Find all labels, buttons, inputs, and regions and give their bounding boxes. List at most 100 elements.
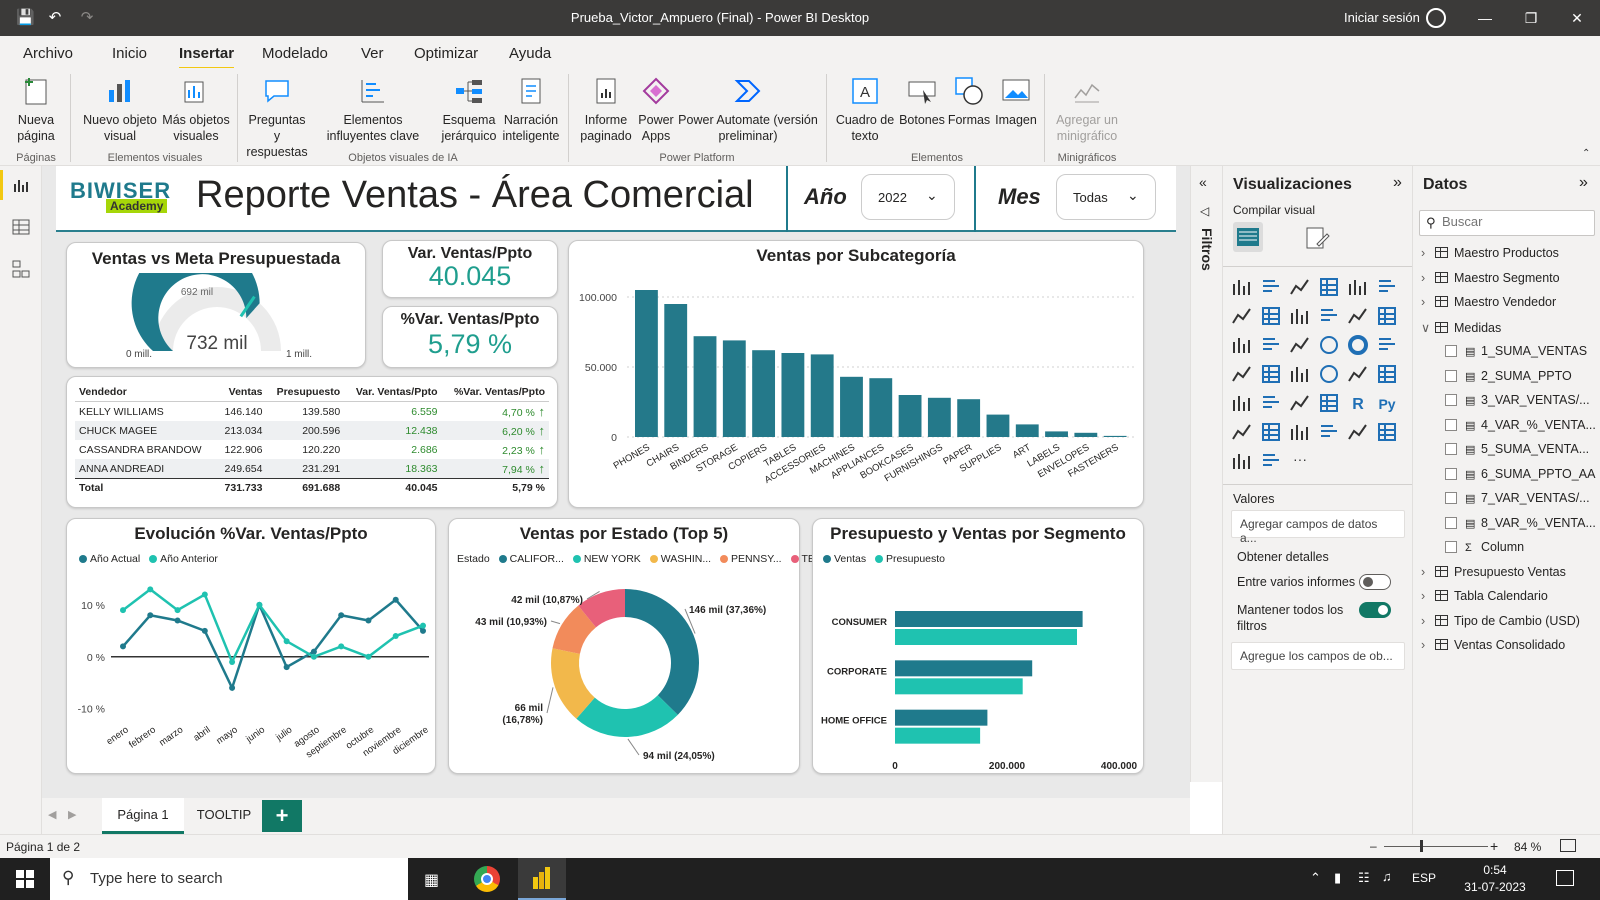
table-item[interactable]: › Ventas Consolidado <box>1421 638 1565 660</box>
measure-item[interactable]: ▤ 8_VAR_%_VENTA... <box>1421 516 1596 538</box>
cross-report-toggle[interactable] <box>1359 574 1391 590</box>
key-influencers-visual-icon[interactable] <box>1231 421 1253 443</box>
line-clustered-visual-icon[interactable] <box>1347 305 1369 327</box>
waterfall-visual-icon[interactable] <box>1231 334 1253 356</box>
minimize-button[interactable]: — <box>1462 0 1508 36</box>
menu-ver[interactable]: Ver <box>361 45 384 62</box>
col-var[interactable]: Var. Ventas/Ppto <box>344 383 442 402</box>
image-button[interactable]: Imagen <box>992 76 1040 128</box>
evolution-chart-card[interactable]: Evolución %Var. Ventas/Ppto Año Actual A… <box>66 518 436 774</box>
field-checkbox[interactable] <box>1445 394 1457 406</box>
scatter-visual-icon[interactable] <box>1289 334 1311 356</box>
prev-page-icon[interactable]: ◀ <box>48 808 56 821</box>
volume-icon[interactable]: ♫ <box>1382 869 1392 884</box>
zoom-slider[interactable] <box>1384 846 1488 847</box>
col-pct[interactable]: %Var. Ventas/Ppto <box>441 383 549 402</box>
col-presupuesto[interactable]: Presupuesto <box>266 383 345 402</box>
field-checkbox[interactable] <box>1445 369 1457 382</box>
line-visual-icon[interactable] <box>1231 305 1253 327</box>
stacked-area-visual-icon[interactable] <box>1289 305 1311 327</box>
state-donut-card[interactable]: Ventas por Estado (Top 5) Estado CALIFOR… <box>448 518 836 774</box>
notifications-icon[interactable] <box>1556 870 1574 886</box>
power-automate-visual-icon[interactable] <box>1260 450 1282 472</box>
network-icon[interactable]: ☷ <box>1358 870 1370 886</box>
taskbar-search[interactable]: ⚲ Type here to search <box>50 858 408 900</box>
table-view-icon[interactable] <box>12 218 30 236</box>
collapse-viz-icon[interactable]: » <box>1393 174 1402 192</box>
gauge-visual-icon[interactable] <box>1318 363 1340 385</box>
keep-filters-toggle[interactable] <box>1359 602 1391 618</box>
collapse-data-icon[interactable]: » <box>1579 174 1588 192</box>
field-checkbox[interactable] <box>1445 418 1457 431</box>
collapse-ribbon-icon[interactable]: ⌃ <box>1582 148 1590 159</box>
narrative-visual-icon[interactable] <box>1318 421 1340 443</box>
tab-pagina-1[interactable]: Página 1 <box>102 798 184 834</box>
power-apps-button[interactable]: Power Apps <box>636 76 676 144</box>
report-view-icon[interactable] <box>12 176 30 194</box>
table-row[interactable]: ANNA ANDREADI 249.654 231.291 18.363 7,94 % … <box>75 459 549 479</box>
sparkline-button[interactable]: Agregar un minigráfico <box>1050 76 1124 144</box>
menu-modelado[interactable]: Modelado <box>262 45 328 62</box>
more-visuals-button[interactable]: Más objetos visuales <box>160 76 232 144</box>
kpi-var-card[interactable]: Var. Ventas/Ppto 40.045 <box>382 240 558 298</box>
paginated-report-button[interactable]: Informe paginado <box>576 76 636 144</box>
funnel-visual-icon[interactable] <box>1260 334 1282 356</box>
table-item[interactable]: ∨ Medidas <box>1421 320 1501 342</box>
menu-ayuda[interactable]: Ayuda <box>509 45 551 62</box>
month-slicer[interactable]: Todas ⌄ <box>1056 174 1156 220</box>
field-checkbox[interactable] <box>1445 541 1457 553</box>
line-column-visual-icon[interactable] <box>1318 305 1340 327</box>
area-visual-icon[interactable] <box>1260 305 1282 327</box>
field-checkbox[interactable] <box>1445 516 1457 529</box>
next-page-icon[interactable]: ▶ <box>68 808 76 821</box>
kpi-pct-card[interactable]: %Var. Ventas/Ppto 5,79 % <box>382 306 558 368</box>
measure-item[interactable]: ▤ 3_VAR_VENTAS/... <box>1421 393 1590 415</box>
stacked-bar-visual-icon[interactable] <box>1231 276 1253 298</box>
table-row[interactable]: KELLY WILLIAMS 146.140 139.580 6.559 4,70 % … <box>75 402 549 422</box>
qa-button[interactable]: Preguntas y respuestas <box>244 76 310 160</box>
menu-inicio[interactable]: Inicio <box>112 45 147 62</box>
zoom-in-icon[interactable]: + <box>1490 838 1498 854</box>
field-checkbox[interactable] <box>1445 467 1457 480</box>
map-visual-icon[interactable] <box>1231 363 1253 385</box>
year-slicer[interactable]: 2022 ⌄ <box>861 174 955 220</box>
paginated-visual-icon[interactable] <box>1347 421 1369 443</box>
treemap-visual-icon[interactable] <box>1376 334 1398 356</box>
shapes-button[interactable]: Formas <box>946 76 992 128</box>
field-checkbox[interactable] <box>1445 345 1457 357</box>
100-column-visual-icon[interactable] <box>1376 276 1398 298</box>
table-item[interactable]: › Tabla Calendario <box>1421 589 1548 611</box>
menu-insertar[interactable]: Insertar <box>179 45 235 70</box>
table-item[interactable]: › Tipo de Cambio (USD) <box>1421 614 1580 636</box>
measure-item[interactable]: ▤ 5_SUMA_VENTA... <box>1421 442 1589 464</box>
fit-page-icon[interactable] <box>1560 839 1576 852</box>
100-bar-visual-icon[interactable] <box>1347 276 1369 298</box>
measure-item[interactable]: ▤ 2_SUMA_PPTO <box>1421 369 1572 391</box>
table-visual-icon[interactable] <box>1289 392 1311 414</box>
values-well[interactable]: Agregar campos de datos a... <box>1231 510 1405 545</box>
clock[interactable]: 0:54 31-07-2023 <box>1460 862 1530 896</box>
measure-item[interactable]: ▤ 1_SUMA_VENTAS <box>1421 344 1587 366</box>
menu-archivo[interactable]: Archivo <box>23 45 73 62</box>
text-box-button[interactable]: A Cuadro de texto <box>834 76 896 144</box>
menu-optimizar[interactable]: Optimizar <box>414 45 478 62</box>
qa-visual-icon[interactable] <box>1289 421 1311 443</box>
metrics-visual-icon[interactable] <box>1376 421 1398 443</box>
measure-item[interactable]: Σ Column <box>1421 540 1524 562</box>
clustered-column-visual-icon[interactable] <box>1318 276 1340 298</box>
new-visual-button[interactable]: Nuevo objeto visual <box>78 76 162 144</box>
tab-tooltip[interactable]: TOOLTIP <box>188 798 260 834</box>
buttons-button[interactable]: Botones <box>898 76 946 128</box>
matrix-visual-icon[interactable] <box>1318 392 1340 414</box>
filled-map-visual-icon[interactable] <box>1260 363 1282 385</box>
decomposition-tree-visual-icon[interactable] <box>1260 421 1282 443</box>
zoom-slider-thumb[interactable] <box>1420 840 1423 852</box>
model-view-icon[interactable] <box>12 260 30 278</box>
segment-chart-card[interactable]: Presupuesto y Ventas por Segmento Ventas… <box>812 518 1144 774</box>
expand-filters-icon[interactable]: « <box>1199 174 1207 190</box>
measure-item[interactable]: ▤ 4_VAR_%_VENTA... <box>1421 418 1596 440</box>
decomposition-tree-button[interactable]: Esquema jerárquico <box>438 76 500 144</box>
close-button[interactable]: ✕ <box>1554 0 1600 36</box>
azure-map-visual-icon[interactable] <box>1289 363 1311 385</box>
data-search[interactable]: ⚲ <box>1419 210 1595 236</box>
